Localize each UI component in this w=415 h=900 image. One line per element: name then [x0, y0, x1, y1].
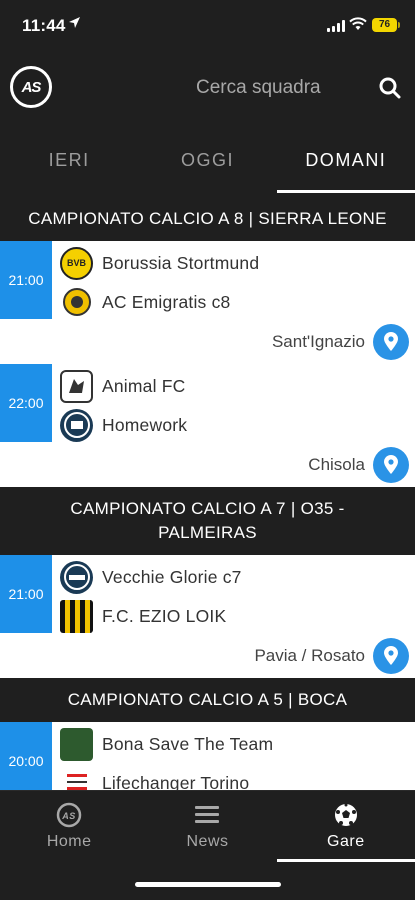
home-team-name: Bona Save The Team — [102, 733, 274, 754]
league-title: CAMPIONATO CALCIO A 8 | SIERRA LEONE — [0, 197, 415, 241]
team-logo-icon — [60, 285, 93, 319]
nav-label: News — [186, 833, 229, 850]
day-tabs: IERI OGGI DOMANI — [0, 135, 415, 193]
home-team-name: Borussia Stortmund — [102, 252, 260, 273]
wifi-icon — [349, 17, 367, 36]
map-pin-icon[interactable] — [373, 323, 409, 360]
home-logo-icon: AS — [56, 801, 82, 829]
nav-label: Home — [46, 833, 92, 850]
soccer-ball-icon — [333, 801, 359, 829]
location-arrow-icon — [68, 16, 81, 34]
nav-gare[interactable]: Gare — [276, 791, 415, 862]
search-icon[interactable] — [378, 76, 402, 105]
tab-domani[interactable]: DOMANI — [276, 135, 415, 193]
away-team-name: Homework — [102, 414, 188, 435]
tab-ieri[interactable]: IERI — [0, 135, 138, 193]
match-card[interactable]: 21:00 Vecchie Glorie c7 F.C. EZIO LOIK P… — [0, 555, 415, 678]
team-logo-icon — [60, 408, 93, 442]
match-time: 21:00 — [0, 555, 52, 633]
venue-name: Chisola — [308, 454, 365, 474]
search-input[interactable] — [196, 74, 366, 102]
home-team-name: Animal FC — [102, 375, 186, 396]
home-team-name: Vecchie Glorie c7 — [102, 566, 242, 587]
away-team-name: F.C. EZIO LOIK — [102, 605, 227, 626]
bottom-navigation: AS Home News Gare — [0, 790, 415, 862]
match-card[interactable]: 21:00 BVB Borussia Stortmund AC Emigrati… — [0, 241, 415, 364]
app-logo[interactable]: AS — [10, 66, 52, 108]
nav-label: Gare — [327, 833, 365, 850]
nav-home[interactable]: AS Home — [0, 791, 138, 862]
status-time: 11:44 — [22, 16, 66, 35]
team-logo-icon — [60, 599, 93, 633]
match-time: 21:00 — [0, 241, 52, 319]
nav-news[interactable]: News — [138, 791, 276, 862]
match-card[interactable]: 22:00 Animal FC Homework Chisola — [0, 364, 415, 487]
cellular-signal-icon — [327, 20, 345, 32]
match-card[interactable]: 20:00 Bona Save The Team Lifechanger Tor… — [0, 722, 415, 790]
league-title: CAMPIONATO CALCIO A 7 | O35 - PALMEIRAS — [0, 487, 415, 555]
away-team-name: AC Emigratis c8 — [102, 291, 231, 312]
app-header: AS — [0, 52, 415, 124]
map-pin-icon[interactable] — [373, 637, 409, 674]
tab-oggi[interactable]: OGGI — [138, 135, 276, 193]
list-icon — [194, 801, 220, 829]
away-team-name: Lifechanger Torino — [102, 772, 250, 791]
map-pin-icon[interactable] — [373, 446, 409, 483]
team-logo-icon — [60, 727, 93, 761]
league-title: CAMPIONATO CALCIO A 5 | BOCA — [0, 678, 415, 722]
venue-name: Pavia / Rosato — [254, 645, 365, 665]
team-logo-icon — [60, 560, 93, 594]
status-bar: 11:44 76 — [0, 0, 415, 52]
matches-list[interactable]: CAMPIONATO CALCIO A 8 | SIERRA LEONE 21:… — [0, 197, 415, 790]
team-logo-icon — [60, 369, 93, 403]
team-logo-icon — [60, 766, 93, 790]
battery-indicator: 76 — [372, 18, 400, 32]
team-logo-icon: BVB — [60, 246, 93, 280]
venue-name: Sant'Ignazio — [271, 331, 365, 351]
match-time: 20:00 — [0, 722, 52, 790]
home-indicator[interactable] — [135, 882, 281, 887]
svg-text:AS: AS — [61, 811, 76, 821]
match-time: 22:00 — [0, 364, 52, 442]
